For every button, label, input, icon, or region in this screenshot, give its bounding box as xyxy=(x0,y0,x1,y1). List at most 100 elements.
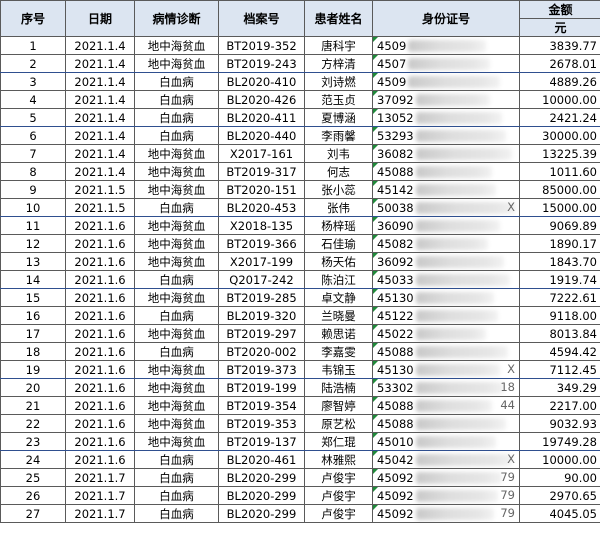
file-no-cell[interactable]: X2017-199 xyxy=(218,252,305,271)
patient-name-cell[interactable]: 张小蕊 xyxy=(304,180,373,199)
patient-name-cell[interactable]: 刘诗燃 xyxy=(304,72,373,91)
file-no-cell[interactable]: BT2019-352 xyxy=(218,36,305,55)
diagnosis-cell[interactable]: 地中海贫血 xyxy=(134,378,219,397)
date-cell[interactable]: 2021.1.6 xyxy=(65,414,135,433)
id-number-cell[interactable]: 4509 xyxy=(372,36,520,55)
seq-cell[interactable]: 10 xyxy=(0,198,66,217)
id-number-cell[interactable]: 50038 X xyxy=(372,198,520,217)
file-no-cell[interactable]: BL2020-299 xyxy=(218,504,305,523)
date-cell[interactable]: 2021.1.4 xyxy=(65,162,135,181)
header-id-number[interactable]: 身份证号 xyxy=(372,0,520,37)
patient-name-cell[interactable]: 石佳瑜 xyxy=(304,234,373,253)
file-no-cell[interactable]: BL2020-426 xyxy=(218,90,305,109)
patient-name-cell[interactable]: 方梓清 xyxy=(304,54,373,73)
seq-cell[interactable]: 14 xyxy=(0,270,66,289)
id-number-cell[interactable]: 13052 xyxy=(372,108,520,127)
id-number-cell[interactable]: 45022 xyxy=(372,324,520,343)
id-number-cell[interactable]: 4507 xyxy=(372,54,520,73)
amount-cell[interactable]: 10000.00 xyxy=(519,90,600,109)
id-number-cell[interactable]: 45088 xyxy=(372,414,520,433)
seq-cell[interactable]: 24 xyxy=(0,450,66,469)
diagnosis-cell[interactable]: 地中海贫血 xyxy=(134,432,219,451)
date-cell[interactable]: 2021.1.6 xyxy=(65,306,135,325)
diagnosis-cell[interactable]: 地中海贫血 xyxy=(134,288,219,307)
file-no-cell[interactable]: BT2019-243 xyxy=(218,54,305,73)
patient-name-cell[interactable]: 何志 xyxy=(304,162,373,181)
seq-cell[interactable]: 6 xyxy=(0,126,66,145)
diagnosis-cell[interactable]: 白血病 xyxy=(134,486,219,505)
amount-cell[interactable]: 13225.39 xyxy=(519,144,600,163)
date-cell[interactable]: 2021.1.6 xyxy=(65,360,135,379)
diagnosis-cell[interactable]: 白血病 xyxy=(134,198,219,217)
patient-name-cell[interactable]: 卓文静 xyxy=(304,288,373,307)
id-number-cell[interactable]: 36092 xyxy=(372,252,520,271)
diagnosis-cell[interactable]: 白血病 xyxy=(134,108,219,127)
amount-cell[interactable]: 2970.65 xyxy=(519,486,600,505)
file-no-cell[interactable]: BT2019-297 xyxy=(218,324,305,343)
amount-cell[interactable]: 85000.00 xyxy=(519,180,600,199)
patient-name-cell[interactable]: 卢俊宇 xyxy=(304,504,373,523)
date-cell[interactable]: 2021.1.6 xyxy=(65,234,135,253)
id-number-cell[interactable]: 45088 44 xyxy=(372,396,520,415)
patient-name-cell[interactable]: 赖思诺 xyxy=(304,324,373,343)
file-no-cell[interactable]: BT2019-354 xyxy=(218,396,305,415)
date-cell[interactable]: 2021.1.5 xyxy=(65,198,135,217)
amount-cell[interactable]: 4889.26 xyxy=(519,72,600,91)
patient-name-cell[interactable]: 李雨馨 xyxy=(304,126,373,145)
date-cell[interactable]: 2021.1.4 xyxy=(65,72,135,91)
patient-name-cell[interactable]: 范玉贞 xyxy=(304,90,373,109)
patient-name-cell[interactable]: 卢俊宇 xyxy=(304,468,373,487)
amount-cell[interactable]: 8013.84 xyxy=(519,324,600,343)
file-no-cell[interactable]: BT2019-199 xyxy=(218,378,305,397)
id-number-cell[interactable]: 45092 79 xyxy=(372,486,520,505)
id-number-cell[interactable]: 45088 xyxy=(372,342,520,361)
seq-cell[interactable]: 4 xyxy=(0,90,66,109)
seq-cell[interactable]: 8 xyxy=(0,162,66,181)
amount-cell[interactable]: 2217.00 xyxy=(519,396,600,415)
file-no-cell[interactable]: BT2019-285 xyxy=(218,288,305,307)
diagnosis-cell[interactable]: 地中海贫血 xyxy=(134,360,219,379)
patient-name-cell[interactable]: 陈泊江 xyxy=(304,270,373,289)
date-cell[interactable]: 2021.1.6 xyxy=(65,324,135,343)
id-number-cell[interactable]: 36090 xyxy=(372,216,520,235)
header-date[interactable]: 日期 xyxy=(65,0,135,37)
file-no-cell[interactable]: BT2020-002 xyxy=(218,342,305,361)
id-number-cell[interactable]: 45130 xyxy=(372,288,520,307)
id-number-cell[interactable]: 45092 79 xyxy=(372,504,520,523)
date-cell[interactable]: 2021.1.6 xyxy=(65,396,135,415)
file-no-cell[interactable]: BL2020-453 xyxy=(218,198,305,217)
amount-cell[interactable]: 9118.00 xyxy=(519,306,600,325)
diagnosis-cell[interactable]: 地中海贫血 xyxy=(134,324,219,343)
seq-cell[interactable]: 22 xyxy=(0,414,66,433)
amount-cell[interactable]: 90.00 xyxy=(519,468,600,487)
diagnosis-cell[interactable]: 白血病 xyxy=(134,72,219,91)
amount-cell[interactable]: 2421.24 xyxy=(519,108,600,127)
amount-cell[interactable]: 9069.89 xyxy=(519,216,600,235)
file-no-cell[interactable]: BT2020-151 xyxy=(218,180,305,199)
diagnosis-cell[interactable]: 地中海贫血 xyxy=(134,36,219,55)
seq-cell[interactable]: 15 xyxy=(0,288,66,307)
seq-cell[interactable]: 16 xyxy=(0,306,66,325)
diagnosis-cell[interactable]: 白血病 xyxy=(134,450,219,469)
seq-cell[interactable]: 20 xyxy=(0,378,66,397)
file-no-cell[interactable]: BL2020-299 xyxy=(218,486,305,505)
file-no-cell[interactable]: BL2020-440 xyxy=(218,126,305,145)
date-cell[interactable]: 2021.1.7 xyxy=(65,504,135,523)
seq-cell[interactable]: 23 xyxy=(0,432,66,451)
amount-cell[interactable]: 10000.00 xyxy=(519,450,600,469)
date-cell[interactable]: 2021.1.6 xyxy=(65,432,135,451)
diagnosis-cell[interactable]: 白血病 xyxy=(134,504,219,523)
patient-name-cell[interactable]: 郑仁琨 xyxy=(304,432,373,451)
id-number-cell[interactable]: 45122 xyxy=(372,306,520,325)
patient-name-cell[interactable]: 原艺松 xyxy=(304,414,373,433)
amount-cell[interactable]: 4045.05 xyxy=(519,504,600,523)
date-cell[interactable]: 2021.1.4 xyxy=(65,144,135,163)
date-cell[interactable]: 2021.1.4 xyxy=(65,36,135,55)
amount-cell[interactable]: 30000.00 xyxy=(519,126,600,145)
diagnosis-cell[interactable]: 地中海贫血 xyxy=(134,180,219,199)
header-file-no[interactable]: 档案号 xyxy=(218,0,305,37)
seq-cell[interactable]: 18 xyxy=(0,342,66,361)
amount-cell[interactable]: 1890.17 xyxy=(519,234,600,253)
seq-cell[interactable]: 3 xyxy=(0,72,66,91)
seq-cell[interactable]: 26 xyxy=(0,486,66,505)
